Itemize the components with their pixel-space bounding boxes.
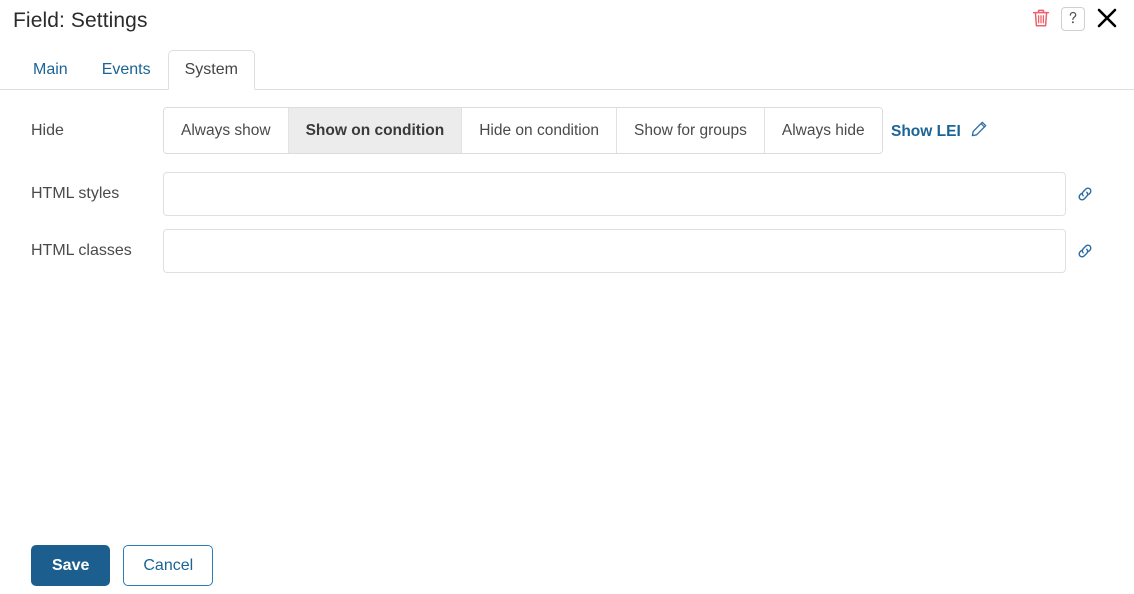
dialog-header: Field: Settings: [0, 0, 1134, 46]
hide-option-always-hide[interactable]: Always hide: [764, 108, 882, 153]
hide-option-always-show[interactable]: Always show: [164, 108, 289, 153]
link-icon: [1075, 241, 1095, 264]
html-styles-input[interactable]: [163, 172, 1066, 216]
save-button[interactable]: Save: [31, 545, 111, 586]
hide-row: Hide Always show Show on condition Hide …: [0, 107, 1134, 155]
show-lei-link[interactable]: Show LEI: [891, 120, 988, 143]
tab-events[interactable]: Events: [85, 50, 168, 90]
show-lei-label: Show LEI: [891, 122, 961, 140]
close-icon: [1095, 6, 1119, 33]
html-classes-label: HTML classes: [31, 242, 132, 259]
html-classes-row: HTML classes: [0, 229, 1134, 274]
help-button[interactable]: [1061, 7, 1085, 31]
header-actions: [1030, 6, 1120, 32]
question-mark-icon: [1066, 10, 1080, 29]
cancel-button[interactable]: Cancel: [123, 545, 214, 586]
tab-bar: Main Events System: [0, 50, 1134, 90]
hide-label: Hide: [31, 122, 64, 139]
html-styles-label: HTML styles: [31, 185, 120, 202]
field-settings-dialog: Field: Settings Main Events System Hide …: [0, 0, 1134, 594]
hide-option-show-on-condition[interactable]: Show on condition: [288, 108, 463, 153]
close-button[interactable]: [1094, 6, 1120, 32]
hide-option-show-for-groups[interactable]: Show for groups: [617, 108, 765, 153]
page-title: Field: Settings: [13, 9, 148, 32]
hide-option-hide-on-condition[interactable]: Hide on condition: [462, 108, 617, 153]
trash-icon: [1031, 7, 1051, 32]
html-classes-input[interactable]: [163, 229, 1066, 273]
pencil-icon[interactable]: [970, 120, 988, 143]
html-styles-link-button[interactable]: [1074, 184, 1096, 206]
link-icon: [1075, 184, 1095, 207]
delete-button[interactable]: [1030, 6, 1052, 32]
hide-option-group: Always show Show on condition Hide on co…: [163, 107, 883, 154]
html-styles-row: HTML styles: [0, 172, 1134, 217]
tab-system[interactable]: System: [167, 50, 255, 90]
html-classes-link-button[interactable]: [1074, 241, 1096, 263]
tab-main[interactable]: Main: [16, 50, 85, 90]
dialog-footer: Save Cancel: [0, 545, 1134, 594]
